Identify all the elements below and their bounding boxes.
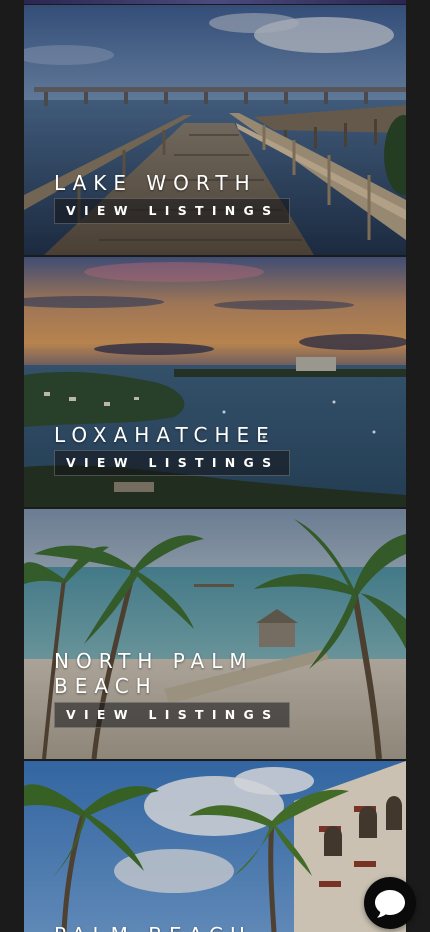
city-title-line-2: BEACH bbox=[54, 674, 158, 698]
city-card-north-palm-beach[interactable]: NORTH PALM BEACH VIEW LISTINGS bbox=[24, 509, 406, 759]
top-accent-bar bbox=[24, 0, 406, 4]
city-card-palm-beach[interactable]: PALM BEACH bbox=[24, 761, 406, 932]
chat-bubble-icon bbox=[375, 890, 405, 918]
view-listings-button[interactable]: VIEW LISTINGS bbox=[54, 702, 290, 728]
city-card-lake-worth[interactable]: LAKE WORTH VIEW LISTINGS bbox=[24, 5, 406, 255]
city-title: LAKE WORTH bbox=[54, 171, 257, 195]
city-title-line-1: NORTH PALM bbox=[54, 649, 254, 673]
view-listings-button[interactable]: VIEW LISTINGS bbox=[54, 450, 290, 476]
palm-beach-image bbox=[24, 761, 406, 932]
chat-button[interactable] bbox=[364, 877, 416, 929]
city-title: LOXAHATCHEE bbox=[54, 423, 276, 447]
city-card-loxahatchee[interactable]: LOXAHATCHEE VIEW LISTINGS bbox=[24, 257, 406, 507]
view-listings-button[interactable]: VIEW LISTINGS bbox=[54, 198, 290, 224]
city-title: PALM BEACH bbox=[54, 923, 252, 932]
